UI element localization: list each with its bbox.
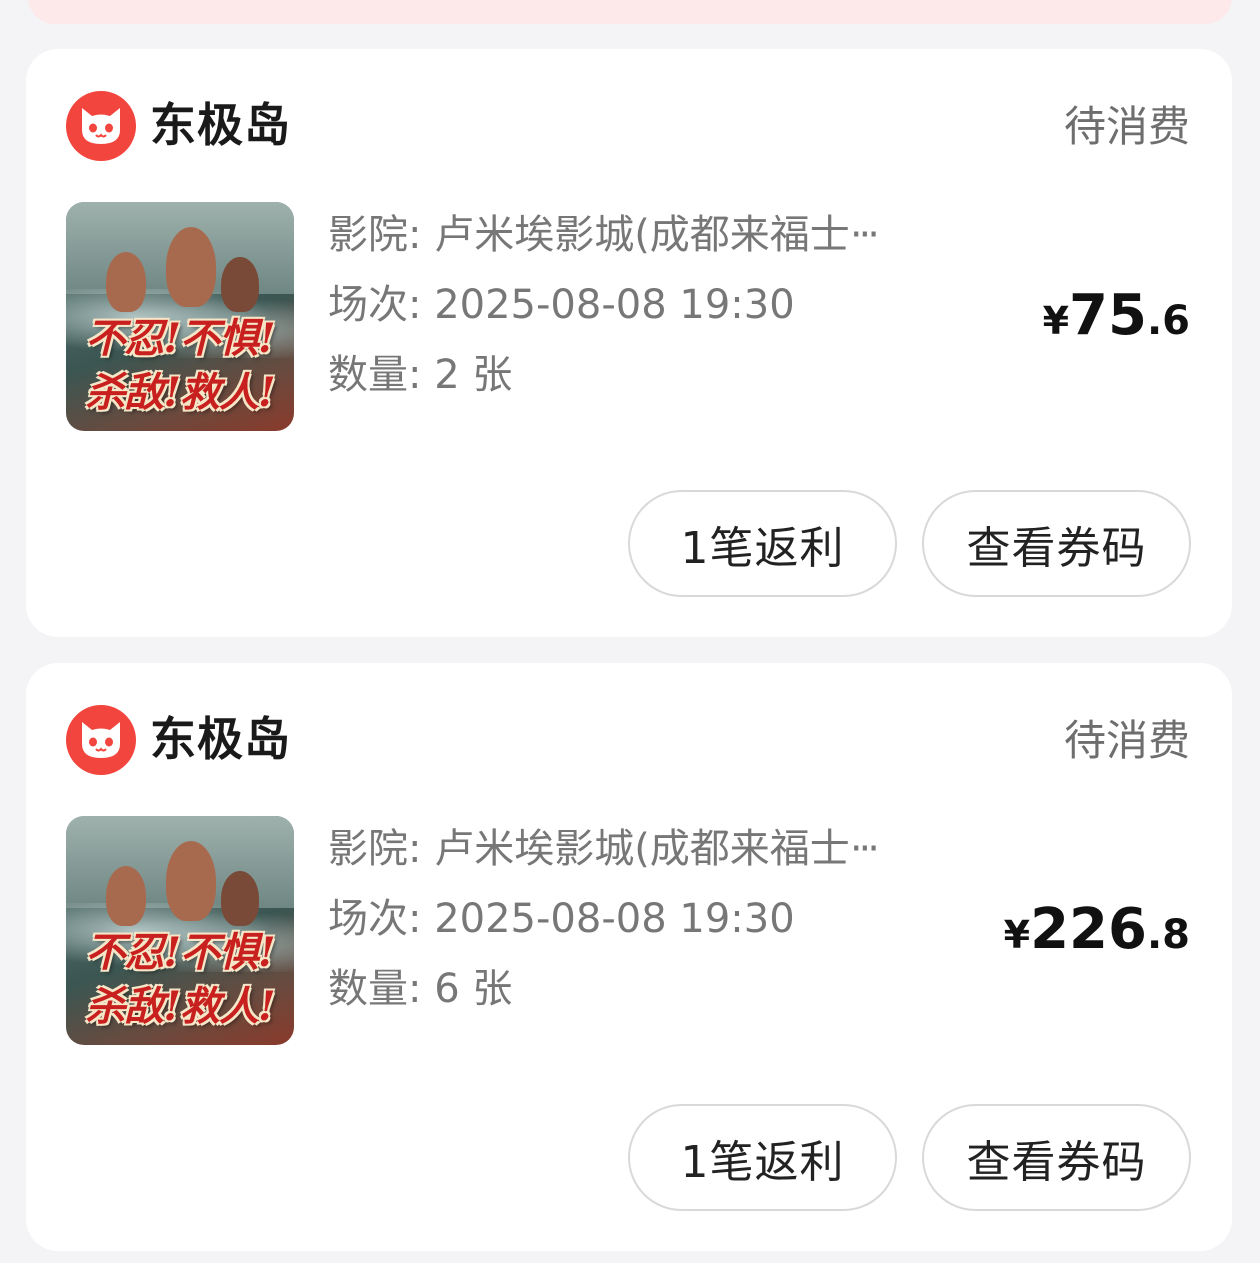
- order-card[interactable]: 东极岛 待消费 不忍!不惧! 杀敌!救人! 影院: 卢米埃影城(成都来福士···…: [26, 49, 1232, 637]
- previous-card-edge: [28, 0, 1232, 24]
- price-currency: ¥: [1003, 913, 1031, 957]
- order-status: 待消费: [1063, 716, 1190, 765]
- view-code-button[interactable]: 查看券码: [922, 1104, 1191, 1211]
- cat-logo-icon: [66, 705, 136, 775]
- quantity-label: 数量:: [328, 966, 422, 1012]
- price-integer: 75: [1069, 283, 1147, 348]
- brand-name: 东极岛: [150, 98, 291, 152]
- cinema-value: 卢米埃影城(成都来福士: [434, 826, 850, 872]
- cinema-info: 影院: 卢米埃影城(成都来福士···: [328, 207, 978, 263]
- cat-logo-icon: [66, 91, 136, 161]
- showtime-info: 场次: 2025-08-08 19:30: [328, 277, 795, 333]
- poster-slogan-line1: 不忍!不惧!: [85, 929, 275, 976]
- poster-slogan-line2: 杀敌!救人!: [85, 983, 275, 1030]
- cinema-info: 影院: 卢米埃影城(成都来福士···: [328, 821, 978, 877]
- cinema-label: 影院:: [328, 212, 422, 258]
- cinema-ellipsis: ···: [849, 826, 880, 872]
- view-code-button[interactable]: 查看券码: [922, 490, 1191, 597]
- cinema-label: 影院:: [328, 826, 422, 872]
- quantity-info: 数量: 6 张: [328, 961, 512, 1017]
- rebate-button[interactable]: 1笔返利: [628, 1104, 897, 1211]
- showtime-value: 2025-08-08 19:30: [434, 282, 795, 328]
- quantity-label: 数量:: [328, 352, 422, 398]
- showtime-label: 场次:: [328, 282, 422, 328]
- order-status: 待消费: [1063, 102, 1190, 151]
- quantity-info: 数量: 2 张: [328, 347, 512, 403]
- showtime-info: 场次: 2025-08-08 19:30: [328, 891, 795, 947]
- cinema-value: 卢米埃影城(成都来福士: [434, 212, 850, 258]
- quantity-value: 6 张: [434, 966, 513, 1012]
- showtime-label: 场次:: [328, 896, 422, 942]
- order-card[interactable]: 东极岛 待消费 不忍!不惧! 杀敌!救人! 影院: 卢米埃影城(成都来福士···…: [26, 663, 1232, 1251]
- movie-poster[interactable]: 不忍!不惧! 杀敌!救人!: [66, 202, 294, 431]
- price-decimal: .6: [1146, 298, 1190, 344]
- showtime-value: 2025-08-08 19:30: [434, 896, 795, 942]
- price-integer: 226: [1030, 897, 1147, 962]
- order-price: ¥75.6: [1043, 281, 1190, 351]
- poster-slogan-line1: 不忍!不惧!: [85, 315, 275, 362]
- price-currency: ¥: [1042, 299, 1070, 343]
- movie-poster[interactable]: 不忍!不惧! 杀敌!救人!: [66, 816, 294, 1045]
- price-decimal: .8: [1146, 912, 1190, 958]
- rebate-button[interactable]: 1笔返利: [628, 490, 897, 597]
- order-price: ¥226.8: [1004, 895, 1190, 965]
- cinema-ellipsis: ···: [849, 212, 880, 258]
- quantity-value: 2 张: [434, 352, 513, 398]
- brand-name: 东极岛: [150, 712, 291, 766]
- poster-slogan-line2: 杀敌!救人!: [85, 369, 275, 416]
